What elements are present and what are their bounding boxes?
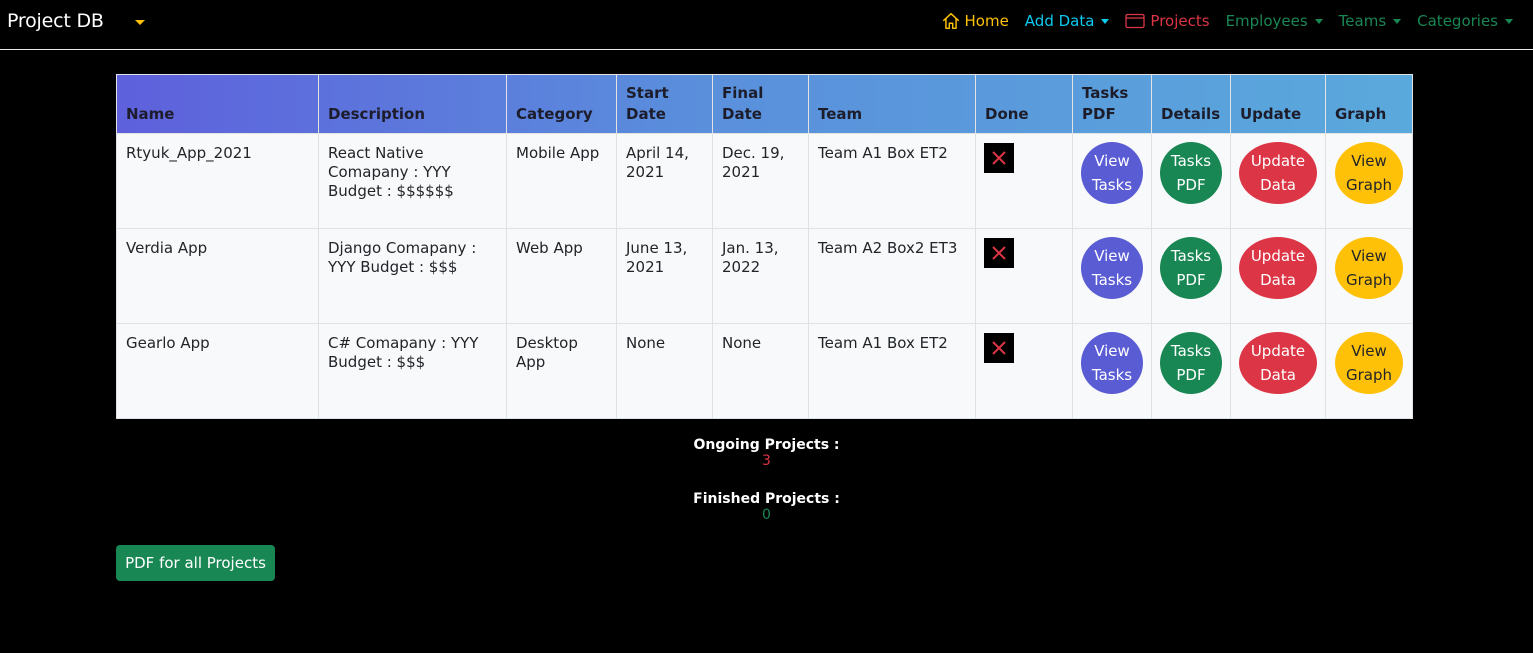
cell-tasks-pdf: View Tasks [1072,228,1152,324]
brand-title[interactable]: Project DB [7,10,104,32]
nav-teams[interactable]: Teams [1338,12,1402,30]
cell-graph: View Graph [1325,323,1413,419]
header-description: Description [318,74,507,134]
close-icon [984,238,1014,268]
header-graph: Graph [1325,74,1413,134]
navbar: Project DB Home Add Data Projects Employ… [0,0,1533,50]
home-icon [942,12,959,30]
cell-description: Django Comapany : YYY Budget : $$$ [318,228,507,324]
cell-start-date: June 13, 2021 [616,228,713,324]
chevron-down-icon [1393,18,1402,24]
cell-team: Team A1 Box ET2 [808,323,976,419]
cell-category: Desktop App [506,323,617,419]
table-row: Verdia App Django Comapany : YYY Budget … [116,228,1413,324]
projects-table-wrapper: Name Description Category Start Date Fin… [116,74,1413,419]
header-start-date: Start Date [616,74,713,134]
tasks-pdf-button[interactable]: Tasks PDF [1160,332,1222,394]
update-data-button[interactable]: Update Data [1239,142,1317,204]
cell-tasks-pdf: View Tasks [1072,323,1152,419]
cell-final-date: Dec. 19, 2021 [712,133,809,229]
finished-projects-count: 0 [762,507,771,523]
cell-update: Update Data [1230,133,1326,229]
brand-dropdown-caret[interactable] [135,20,145,25]
ongoing-projects-label: Ongoing Projects : [693,437,840,453]
nav-menu: Home Add Data Projects Employees Teams C… [942,12,1513,30]
view-graph-button[interactable]: View Graph [1335,142,1403,204]
cell-tasks-pdf: View Tasks [1072,133,1152,229]
chevron-down-icon [1314,18,1323,24]
tasks-pdf-button[interactable]: Tasks PDF [1160,237,1222,299]
cell-done [975,228,1073,324]
nav-projects[interactable]: Projects [1125,12,1210,30]
ongoing-projects-count: 3 [762,453,771,469]
table-row: Gearlo App C# Comapany : YYY Budget : $$… [116,323,1413,419]
header-details: Details [1151,74,1231,134]
header-update: Update [1230,74,1326,134]
nav-employees-label: Employees [1225,12,1308,30]
view-graph-button[interactable]: View Graph [1335,332,1403,394]
header-team: Team [808,74,976,134]
projects-table: Name Description Category Start Date Fin… [116,74,1413,419]
pdf-all-projects-button[interactable]: PDF for all Projects [116,545,275,581]
cell-start-date: April 14, 2021 [616,133,713,229]
cell-graph: View Graph [1325,133,1413,229]
cell-graph: View Graph [1325,228,1413,324]
table-row: Rtyuk_App_2021 React Native Comapany : Y… [116,133,1413,229]
nav-teams-label: Teams [1338,12,1387,30]
cell-category: Web App [506,228,617,324]
nav-home[interactable]: Home [942,12,1009,30]
cell-description: C# Comapany : YYY Budget : $$$ [318,323,507,419]
cell-update: Update Data [1230,228,1326,324]
view-graph-button[interactable]: View Graph [1335,237,1403,299]
cell-details: Tasks PDF [1151,323,1231,419]
header-done: Done [975,74,1073,134]
nav-categories[interactable]: Categories [1417,12,1513,30]
header-tasks-pdf: Tasks PDF [1072,74,1152,134]
close-icon [984,143,1014,173]
cell-name: Gearlo App [116,323,319,419]
ongoing-summary: Ongoing Projects : 3 [0,437,1533,469]
finished-projects-label: Finished Projects : [693,491,840,507]
nav-home-label: Home [964,12,1009,30]
header-category: Category [506,74,617,134]
table-header-row: Name Description Category Start Date Fin… [116,74,1413,134]
view-tasks-button[interactable]: View Tasks [1081,332,1143,394]
cell-done [975,323,1073,419]
cell-final-date: Jan. 13, 2022 [712,228,809,324]
nav-categories-label: Categories [1417,12,1498,30]
nav-employees[interactable]: Employees [1226,12,1323,30]
nav-add-data-label: Add Data [1024,12,1095,30]
cell-team: Team A2 Box2 ET3 [808,228,976,324]
finished-summary: Finished Projects : 0 [0,491,1533,523]
cell-description: React Native Comapany : YYY Budget : $$$… [318,133,507,229]
nav-add-data[interactable]: Add Data [1025,12,1110,30]
chevron-down-icon [1505,18,1513,24]
cell-done [975,133,1073,229]
tasks-pdf-button[interactable]: Tasks PDF [1160,142,1222,204]
header-final-date: Final Date [712,74,809,134]
cell-team: Team A1 Box ET2 [808,133,976,229]
nav-projects-label: Projects [1150,12,1210,30]
header-name: Name [116,74,319,134]
cell-start-date: None [616,323,713,419]
window-icon [1125,13,1146,29]
cell-details: Tasks PDF [1151,133,1231,229]
cell-name: Verdia App [116,228,319,324]
cell-update: Update Data [1230,323,1326,419]
update-data-button[interactable]: Update Data [1239,332,1317,394]
update-data-button[interactable]: Update Data [1239,237,1317,299]
chevron-down-icon [1101,18,1110,24]
cell-name: Rtyuk_App_2021 [116,133,319,229]
view-tasks-button[interactable]: View Tasks [1081,142,1143,204]
cell-category: Mobile App [506,133,617,229]
close-icon [984,333,1014,363]
view-tasks-button[interactable]: View Tasks [1081,237,1143,299]
cell-final-date: None [712,323,809,419]
cell-details: Tasks PDF [1151,228,1231,324]
